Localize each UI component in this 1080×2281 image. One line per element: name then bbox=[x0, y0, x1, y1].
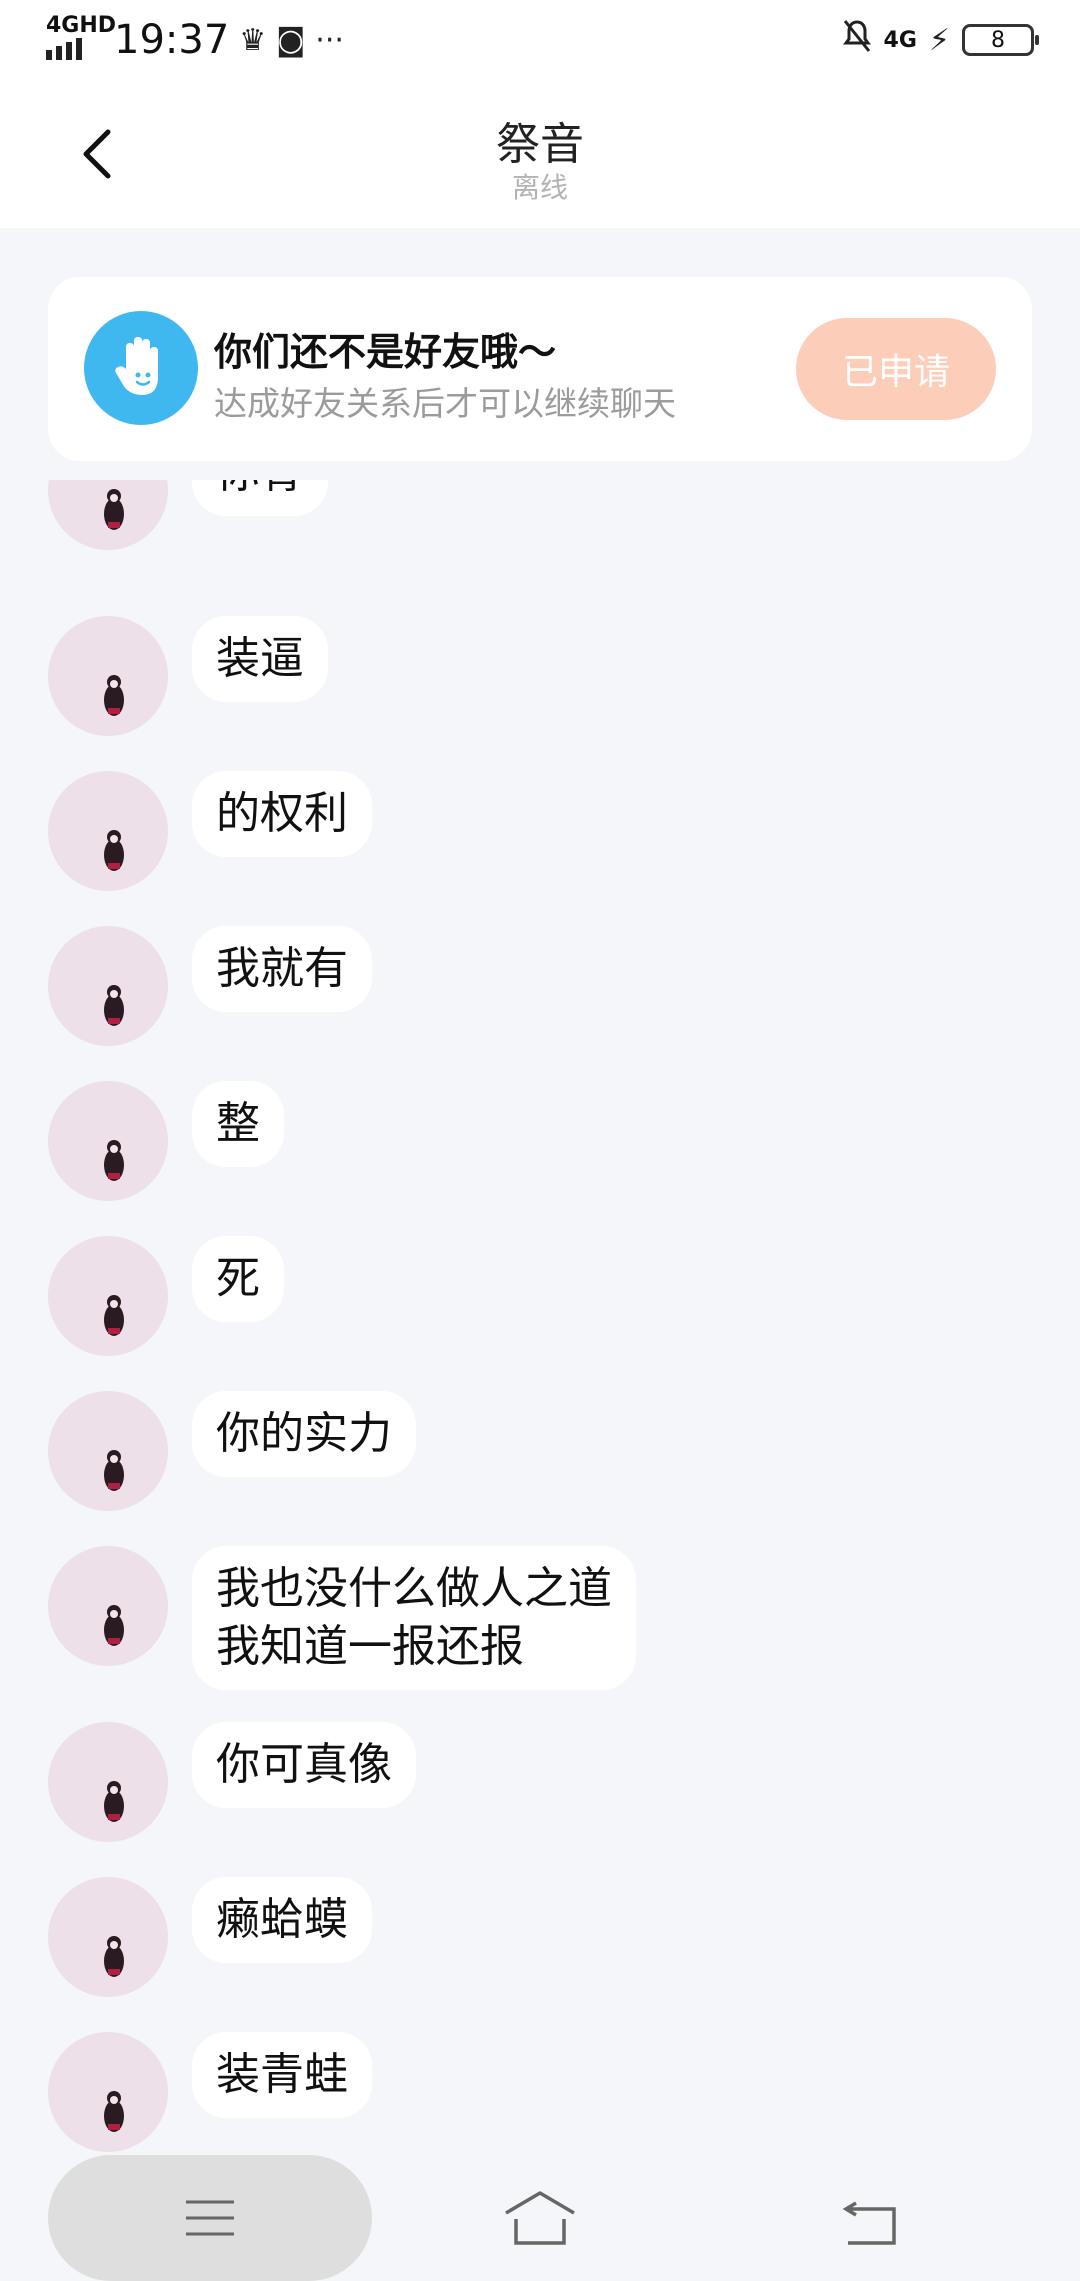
nav-back-button[interactable] bbox=[836, 2185, 906, 2255]
applied-button[interactable]: 已申请 bbox=[796, 318, 996, 420]
avatar[interactable] bbox=[48, 1391, 168, 1511]
network-type: 4GHD bbox=[46, 13, 117, 38]
battery-icon: 8 bbox=[962, 24, 1039, 56]
chat-header: 祭音 离线 bbox=[0, 80, 1080, 228]
message-bubble[interactable]: 我就有 bbox=[192, 926, 372, 1012]
back-icon bbox=[842, 2201, 896, 2245]
message-line: 我知道一报还报 bbox=[216, 1621, 524, 1672]
card-subtitle: 达成好友关系后才可以继续聊天 bbox=[214, 384, 676, 423]
menu-icon bbox=[186, 2200, 234, 2236]
avatar[interactable] bbox=[48, 1236, 168, 1356]
message-list[interactable]: 你骨 装逼 的权利 我就有 整 死 你的实力 我也没什么做人之道 我知道一报还报… bbox=[0, 480, 1080, 2155]
message-bubble[interactable]: 我也没什么做人之道 我知道一报还报 bbox=[192, 1546, 636, 1690]
mobile-network-label: 4G bbox=[883, 27, 917, 53]
avatar[interactable] bbox=[48, 771, 168, 891]
crown-icon: ♛ bbox=[239, 22, 267, 58]
avatar[interactable] bbox=[48, 1722, 168, 1842]
message-bubble[interactable]: 装青蛙 bbox=[192, 2032, 372, 2118]
more-dots-icon: ··· bbox=[315, 22, 344, 58]
message-line: 我也没什么做人之道 bbox=[216, 1563, 612, 1614]
status-left: 4GHD 19:37 ♛ ◙ ··· bbox=[46, 14, 344, 66]
message-bubble[interactable]: 癞蛤蟆 bbox=[192, 1877, 372, 1963]
clock: 19:37 bbox=[114, 17, 230, 63]
message-bubble[interactable]: 整 bbox=[192, 1081, 284, 1167]
message-bubble[interactable]: 你骨 bbox=[192, 480, 328, 516]
nav-home-button[interactable] bbox=[500, 2185, 580, 2255]
card-title: 你们还不是好友哦～ bbox=[214, 330, 557, 374]
message-bubble[interactable]: 死 bbox=[192, 1236, 284, 1322]
friend-request-card: 你们还不是好友哦～ 达成好友关系后才可以继续聊天 已申请 bbox=[48, 277, 1032, 461]
hand-wave-icon bbox=[84, 311, 198, 425]
home-icon bbox=[505, 2191, 575, 2245]
signal-icon: 4GHD bbox=[46, 14, 116, 66]
battery-level: 8 bbox=[991, 27, 1005, 53]
avatar[interactable] bbox=[48, 2032, 168, 2152]
message-bubble[interactable]: 装逼 bbox=[192, 616, 328, 702]
app-notification-icon: ◙ bbox=[276, 22, 306, 58]
message-bubble[interactable]: 你可真像 bbox=[192, 1722, 416, 1808]
avatar[interactable] bbox=[48, 926, 168, 1046]
status-bar: 4GHD 19:37 ♛ ◙ ··· 4G ⚡ 8 bbox=[0, 0, 1080, 80]
avatar[interactable] bbox=[48, 1877, 168, 1997]
message-bubble[interactable]: 的权利 bbox=[192, 771, 372, 857]
avatar[interactable] bbox=[48, 480, 168, 550]
charging-bolt-icon: ⚡ bbox=[928, 22, 950, 58]
avatar[interactable] bbox=[48, 1081, 168, 1201]
message-bubble[interactable]: 你的实力 bbox=[192, 1391, 416, 1477]
avatar[interactable] bbox=[48, 1546, 168, 1666]
mute-bell-icon bbox=[842, 19, 872, 61]
status-right: 4G ⚡ 8 bbox=[842, 14, 1039, 66]
avatar[interactable] bbox=[48, 616, 168, 736]
system-nav-bar bbox=[0, 2155, 1080, 2281]
nav-menu-button[interactable] bbox=[48, 2155, 372, 2281]
contact-status: 离线 bbox=[511, 171, 568, 204]
contact-name: 祭音 bbox=[496, 119, 584, 170]
